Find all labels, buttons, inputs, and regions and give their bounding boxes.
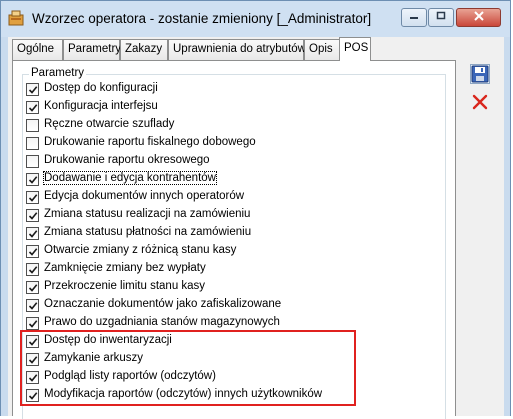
- check-icon: [28, 320, 38, 328]
- tab-opis[interactable]: Opis: [304, 39, 340, 60]
- save-button[interactable]: [470, 64, 490, 84]
- checkbox-unchecked[interactable]: [26, 119, 39, 132]
- check-icon: [28, 338, 38, 346]
- check-icon: [28, 302, 38, 310]
- checkbox-checked[interactable]: [26, 245, 39, 258]
- close-button[interactable]: [456, 8, 501, 27]
- checkbox-label: Prawo do uzgadniania stanów magazynowych: [44, 316, 280, 328]
- check-icon: [28, 230, 38, 238]
- checkbox-unchecked[interactable]: [26, 137, 39, 150]
- checkbox-label: Drukowanie raportu okresowego: [44, 154, 210, 166]
- checkbox-checked[interactable]: [26, 101, 39, 114]
- tab-ogolne[interactable]: Ogólne: [12, 39, 63, 60]
- checkbox-checked[interactable]: [26, 335, 39, 348]
- checkbox-label: Oznaczanie dokumentów jako zafiskalizowa…: [44, 298, 282, 310]
- cancel-button[interactable]: [470, 92, 490, 112]
- check-icon: [28, 392, 38, 400]
- group-title: Parametry: [29, 67, 87, 79]
- maximize-button[interactable]: [428, 8, 454, 27]
- check-icon: [28, 248, 38, 256]
- check-icon: [28, 284, 38, 292]
- tab-label: Parametry: [68, 43, 122, 55]
- checkbox-checked[interactable]: [26, 353, 39, 366]
- tab-label: Uprawnienia do atrybutów: [173, 43, 306, 55]
- cancel-x-icon: [471, 94, 489, 114]
- checkbox-checked[interactable]: [26, 299, 39, 312]
- tab-zakazy[interactable]: Zakazy: [120, 39, 168, 60]
- panel-divider: [456, 60, 457, 416]
- checkbox-label: Przekroczenie limitu stanu kasy: [44, 280, 206, 292]
- checkbox-label: Drukowanie raportu fiskalnego dobowego: [44, 136, 256, 148]
- tab-label: Ogólne: [17, 43, 55, 55]
- minimize-button[interactable]: [401, 8, 427, 27]
- checkbox-checked[interactable]: [26, 263, 39, 276]
- title-bar[interactable]: Wzorzec operatora - zostanie zmieniony […: [1, 1, 510, 37]
- tab-parametry[interactable]: Parametry: [63, 39, 122, 60]
- tab-panel-pos: Parametry Dostęp do konfiguracji Konfigur…: [12, 60, 456, 419]
- check-icon: [28, 104, 38, 112]
- tab-label: POS: [344, 42, 369, 54]
- minimize-icon: [409, 11, 419, 24]
- checkbox-label: Konfiguracja interfejsu: [44, 100, 158, 112]
- checkbox-label: Zmiana statusu płatności na zamówieniu: [44, 226, 252, 238]
- checkbox-checked[interactable]: [26, 191, 39, 204]
- check-icon: [28, 176, 38, 184]
- checkbox-checked[interactable]: [26, 209, 39, 222]
- window-title: Wzorzec operatora - zostanie zmieniony […: [32, 11, 372, 26]
- checkbox-label: Zmiana statusu realizacji na zamówieniu: [44, 208, 251, 220]
- checkbox-label: Otwarcie zmiany z różnicą stanu kasy: [44, 244, 237, 256]
- checkbox-label: Dostęp do konfiguracji: [44, 82, 158, 94]
- save-icon: [471, 65, 489, 86]
- check-icon: [28, 374, 38, 382]
- checkbox-label: Edycja dokumentów innych operatorów: [44, 190, 245, 202]
- checkbox-checked[interactable]: [26, 281, 39, 294]
- check-icon: [28, 356, 38, 364]
- checkbox-label: Zamknięcie zmiany bez wypłaty: [44, 262, 206, 274]
- tab-pos[interactable]: POS: [339, 37, 371, 61]
- checkbox-checked[interactable]: [26, 227, 39, 240]
- checkbox-label: Modyfikacja raportów (odczytów) innych u…: [44, 388, 323, 400]
- close-icon: [473, 10, 485, 25]
- checkbox-checked[interactable]: [26, 317, 39, 330]
- checkbox-checked[interactable]: [26, 173, 39, 186]
- checkbox-label: Ręczne otwarcie szuflady: [44, 118, 175, 130]
- maximize-icon: [436, 11, 446, 24]
- checkbox-checked[interactable]: [26, 83, 39, 96]
- check-icon: [28, 266, 38, 274]
- tab-uprawnienia[interactable]: Uprawnienia do atrybutów: [168, 39, 306, 60]
- checkbox-label: Podgląd listy raportów (odczytów): [44, 370, 216, 382]
- checkbox-label: Dostęp do inwentaryzacji: [44, 334, 172, 346]
- check-icon: [28, 194, 38, 202]
- checkbox-label: Zamykanie arkuszy: [44, 352, 144, 364]
- checkbox-label: Dodawanie i edycja kontrahentów: [43, 171, 217, 185]
- check-icon: [28, 212, 38, 220]
- checkbox-checked[interactable]: [26, 371, 39, 384]
- checkbox-unchecked[interactable]: [26, 155, 39, 168]
- check-icon: [28, 86, 38, 94]
- tab-label: Opis: [309, 43, 333, 55]
- checkbox-checked[interactable]: [26, 389, 39, 402]
- app-icon: [8, 10, 24, 26]
- tab-label: Zakazy: [125, 43, 163, 55]
